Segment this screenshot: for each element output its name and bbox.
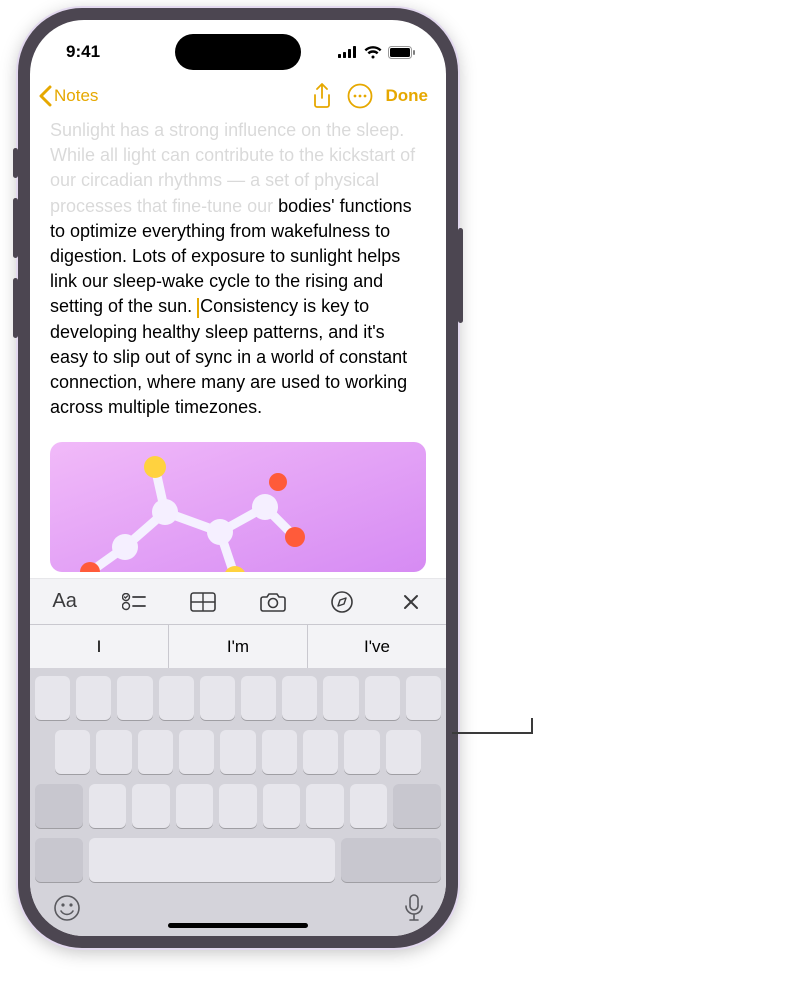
key[interactable] [117,676,152,720]
key[interactable] [406,676,441,720]
key[interactable] [282,676,317,720]
checklist-icon [122,593,146,611]
molecule-illustration [60,442,320,572]
note-attachment-image[interactable] [50,442,426,572]
emoji-icon[interactable] [53,894,81,922]
key[interactable] [138,730,173,774]
cellular-icon [338,46,358,58]
key[interactable] [306,784,343,828]
close-icon [403,594,419,610]
share-icon [312,83,332,109]
text-format-icon: Aa [52,590,76,613]
screen: 9:41 Notes Done Sunlight has a [30,20,446,936]
key[interactable] [365,676,400,720]
delete-key[interactable] [393,784,441,828]
key[interactable] [179,730,214,774]
shift-key[interactable] [35,784,83,828]
volume-up-button [13,198,18,258]
suggestion-1[interactable]: I [30,625,168,668]
quicktype-bar: I I'm I've [30,624,446,668]
key[interactable] [344,730,379,774]
key[interactable] [263,784,300,828]
key[interactable] [219,784,256,828]
key[interactable] [241,676,276,720]
key[interactable] [323,676,358,720]
suggestion-3[interactable]: I've [307,625,446,668]
key[interactable] [159,676,194,720]
text-cursor [197,298,199,318]
markup-button[interactable] [307,591,376,613]
table-button[interactable] [169,592,238,612]
close-toolbar-button[interactable] [377,594,446,610]
markup-icon [331,591,353,613]
return-key[interactable] [341,838,441,882]
space-key[interactable] [89,838,335,882]
key[interactable] [35,676,70,720]
key[interactable] [96,730,131,774]
suggestion-2[interactable]: I'm [168,625,307,668]
note-editor[interactable]: Sunlight has a strong influence on the s… [30,118,446,578]
key[interactable] [176,784,213,828]
chevron-left-icon [38,85,52,107]
onscreen-keyboard[interactable] [30,668,446,936]
battery-icon [388,46,416,59]
ellipsis-circle-icon [347,83,373,109]
silent-switch [13,148,18,178]
key[interactable] [76,676,111,720]
iphone-frame: 9:41 Notes Done Sunlight has a [18,8,458,948]
key[interactable] [386,730,421,774]
camera-button[interactable] [238,592,307,612]
key[interactable] [303,730,338,774]
key[interactable] [55,730,90,774]
back-button[interactable]: Notes [38,85,98,107]
callout-pointer [452,732,532,734]
dynamic-island [175,34,301,70]
key[interactable] [200,676,235,720]
camera-icon [260,592,286,612]
key[interactable] [350,784,387,828]
text-format-button[interactable]: Aa [30,590,99,613]
key[interactable] [220,730,255,774]
numbers-key[interactable] [35,838,83,882]
done-button[interactable]: Done [380,86,435,106]
dictation-icon[interactable] [405,894,423,922]
key[interactable] [262,730,297,774]
key[interactable] [132,784,169,828]
home-indicator[interactable] [168,923,308,928]
back-label: Notes [54,86,98,106]
table-icon [190,592,216,612]
share-button[interactable] [304,78,340,114]
more-button[interactable] [342,78,378,114]
volume-down-button [13,278,18,338]
nav-bar: Notes Done [30,74,446,118]
power-button [458,228,463,323]
key[interactable] [89,784,126,828]
format-toolbar: Aa [30,578,446,624]
status-time: 9:41 [66,42,100,62]
wifi-icon [364,46,382,59]
checklist-button[interactable] [99,593,168,611]
